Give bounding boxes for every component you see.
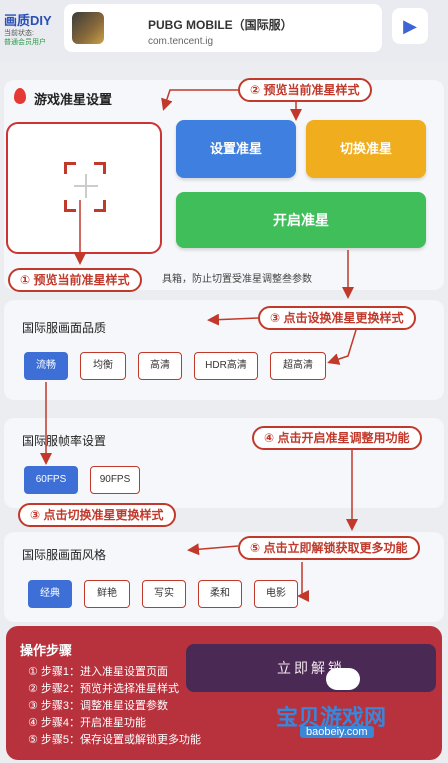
crosshair-section-title: 游戏准星设置 bbox=[34, 92, 113, 107]
step-item: ⑤ 步骤5：保存设置或解锁更多功能 bbox=[28, 734, 202, 746]
framerate-title: 国际服帧率设置 bbox=[22, 434, 107, 448]
play-icon[interactable]: ▶ bbox=[392, 8, 428, 44]
style-title: 国际服画面风格 bbox=[22, 548, 107, 562]
annotation-2: ② 预览当前准星样式 bbox=[238, 78, 372, 102]
gamepad-icon bbox=[326, 668, 360, 690]
quality-title: 国际服画面品质 bbox=[22, 321, 107, 335]
brand: 画质DIY 当前状态: 普通会员用户 bbox=[4, 10, 60, 47]
brand-status: 当前状态: bbox=[4, 30, 34, 37]
style-option-vivid[interactable]: 鲜艳 bbox=[84, 580, 130, 608]
step-item: ① 步骤1：进入准星设置页面 bbox=[28, 666, 169, 678]
step-item: ④ 步骤4：开启准星功能 bbox=[28, 717, 147, 729]
switch-crosshair-button[interactable]: 切换准星 bbox=[306, 120, 426, 178]
step-item: ② 步骤2：预览并选择准星样式 bbox=[28, 683, 180, 695]
annotation-1: ① 预览当前准星样式 bbox=[8, 268, 142, 292]
game-package: com.tencent.ig bbox=[148, 36, 214, 47]
steps-title: 操作步骤 bbox=[20, 643, 73, 658]
unlock-button[interactable]: 立即解锁 bbox=[186, 644, 436, 692]
open-crosshair-button[interactable]: 开启准星 bbox=[176, 192, 426, 248]
game-icon bbox=[72, 12, 104, 44]
app-header: 画质DIY 当前状态: 普通会员用户 PUBG MOBILE（国际服） com.… bbox=[0, 0, 448, 62]
game-name: PUBG MOBILE（国际服） bbox=[148, 18, 293, 32]
framerate-option-90[interactable]: 90FPS bbox=[90, 466, 140, 494]
framerate-option-60[interactable]: 60FPS bbox=[24, 466, 78, 494]
brand-user: 普通会员用户 bbox=[4, 39, 46, 46]
crosshair-tip: 具箱，防止切置受准星调整叁参数 bbox=[162, 274, 312, 285]
crosshair-corner-icon bbox=[64, 200, 76, 212]
crosshair-preview bbox=[6, 122, 162, 254]
quality-option-balanced[interactable]: 均衡 bbox=[80, 352, 126, 380]
style-option-soft[interactable]: 柔和 bbox=[198, 580, 242, 608]
crosshair-corner-icon bbox=[94, 162, 106, 174]
style-option-classic[interactable]: 经典 bbox=[28, 580, 72, 608]
style-option-cinema[interactable]: 电影 bbox=[254, 580, 298, 608]
style-option-realistic[interactable]: 写实 bbox=[142, 580, 186, 608]
quality-option-hdr[interactable]: HDR高清 bbox=[194, 352, 258, 380]
crosshair-corner-icon bbox=[94, 200, 106, 212]
annotation-3b: ③ 点击切换准星更换样式 bbox=[18, 503, 176, 527]
annotation-3: ③ 点击设换准星更换样式 bbox=[258, 306, 416, 330]
set-crosshair-button[interactable]: 设置准星 bbox=[176, 120, 296, 178]
quality-option-smooth[interactable]: 流畅 bbox=[24, 352, 68, 380]
fire-icon bbox=[14, 88, 26, 104]
crosshair-corner-icon bbox=[64, 162, 76, 174]
quality-option-ultra[interactable]: 超高清 bbox=[270, 352, 326, 380]
quality-option-hd[interactable]: 高清 bbox=[138, 352, 182, 380]
brand-title: 画质DIY bbox=[4, 13, 52, 28]
annotation-4: ④ 点击开启准星调整用功能 bbox=[252, 426, 422, 450]
step-item: ③ 步骤3：调整准星设置参数 bbox=[28, 700, 169, 712]
watermark-url: baobeiy.com bbox=[300, 726, 374, 738]
game-card[interactable]: PUBG MOBILE（国际服） com.tencent.ig bbox=[64, 4, 382, 52]
crosshair-line-icon bbox=[85, 174, 87, 198]
annotation-5: ⑤ 点击立即解锁获取更多功能 bbox=[238, 536, 420, 560]
